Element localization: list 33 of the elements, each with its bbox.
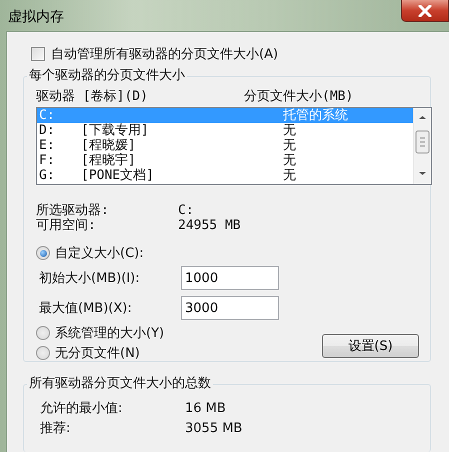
radio-button[interactable] <box>36 246 50 260</box>
scrollbar[interactable] <box>413 108 431 184</box>
list-row[interactable]: G: [PONE文档] 无 <box>37 168 413 183</box>
list-row[interactable]: F: [程晓宇] 无 <box>37 153 413 168</box>
radio-button[interactable] <box>36 346 50 360</box>
info-value: C: <box>178 203 194 218</box>
info-value: 24955 MB <box>178 218 241 233</box>
column-header: 分页文件大小(MB) <box>244 88 354 103</box>
radio-label: 系统管理的大小(Y) <box>55 325 164 342</box>
field-label: 初始大小(MB)(I): <box>39 270 141 287</box>
total-label: 允许的最小值: <box>40 400 124 418</box>
group-title: 所有驱动器分页文件大小的总数 <box>27 376 213 392</box>
close-button[interactable] <box>401 0 449 22</box>
close-icon <box>417 4 433 16</box>
checkbox-label: 自动管理所有驱动器的分页文件大小(A) <box>51 46 278 63</box>
total-value: 16 MB <box>185 400 226 418</box>
set-button[interactable]: 设置(S) <box>322 334 419 358</box>
radio-label: 无分页文件(N) <box>55 345 140 362</box>
input-field[interactable]: 3000 <box>181 296 279 320</box>
group-title: 每个驱动器的分页文件大小 <box>27 68 187 84</box>
window-title: 虚拟内存 <box>8 8 64 26</box>
input-field[interactable]: 1000 <box>181 266 279 290</box>
field-label: 最大值(MB)(X): <box>39 300 133 317</box>
checkbox[interactable] <box>31 47 45 61</box>
column-header: 驱动器 [卷标](D) <box>36 88 149 103</box>
list-row[interactable]: E: [程晓媛] 无 <box>37 138 413 153</box>
total-label: 推荐: <box>40 420 72 438</box>
list-row[interactable]: D: [下载专用] 无 <box>37 123 413 138</box>
radio-label: 自定义大小(C): <box>55 245 144 262</box>
radio-button[interactable] <box>36 326 50 340</box>
info-label: 所选驱动器: <box>36 203 110 218</box>
total-value: 3055 MB <box>185 420 242 438</box>
info-label: 可用空间: <box>36 218 97 233</box>
